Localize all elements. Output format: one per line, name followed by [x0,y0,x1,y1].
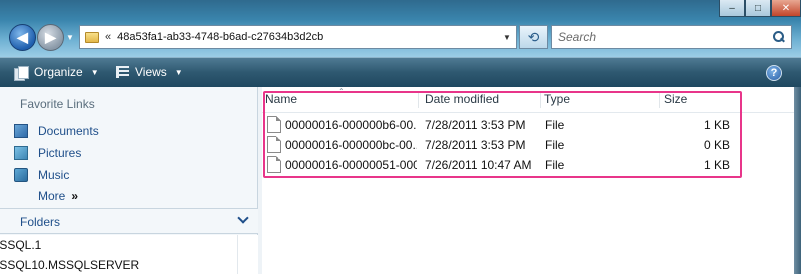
folders-header[interactable]: Folders [0,208,258,234]
organize-button[interactable]: Organize ▼ [14,65,99,81]
views-button[interactable]: Views ▼ [116,65,183,79]
maximize-button[interactable]: □ [745,0,771,17]
tree-item[interactable]: ISSQL.1 [0,235,258,255]
file-type: File [545,118,565,132]
column-header-type[interactable]: Type [544,92,660,108]
back-button[interactable]: ◀ [9,24,36,51]
file-row[interactable]: 00000016-000000b6-00... 7/28/2011 3:53 P… [262,115,742,135]
file-type: File [545,158,565,172]
favorite-link-music[interactable]: Music [14,164,99,186]
column-header-name[interactable]: Name [265,92,419,108]
minimize-button[interactable]: – [719,0,745,17]
chevron-down-icon: ▼ [174,67,183,77]
organize-label: Organize [34,65,83,79]
file-date-modified: 7/28/2011 3:53 PM [425,118,526,132]
folder-icon [85,31,99,43]
back-arrow-icon: ◀ [17,29,28,45]
tree-item[interactable]: ISSQL10.MSSQLSERVER [0,255,258,274]
file-date-modified: 7/26/2011 10:47 AM [425,158,532,172]
recent-pages-dropdown[interactable]: ▼ [66,33,74,42]
file-size: 0 KB [703,138,730,152]
file-size: 1 KB [703,118,730,132]
help-button[interactable]: ? [766,65,782,81]
column-header-size[interactable]: Size [664,92,738,108]
search-icon[interactable] [773,31,785,43]
more-label: More [38,189,66,203]
favorite-link-pictures[interactable]: Pictures [14,142,99,164]
file-row[interactable]: 00000016-00000051-000a 7/26/2011 10:47 A… [262,155,742,175]
refresh-icon: ⟲ [527,28,540,45]
file-date-modified: 7/28/2011 3:53 PM [425,138,526,152]
file-icon [267,156,281,173]
favorite-links-list: Documents Pictures Music More » [14,120,99,206]
navigation-pane: Favorite Links Documents Pictures Music … [0,87,258,274]
documents-icon [14,124,28,138]
file-size: 1 KB [703,158,730,172]
search-input[interactable]: Search [558,30,596,44]
file-type: File [545,138,565,152]
music-icon [14,168,28,182]
window-frame-edge [794,87,801,274]
forward-button[interactable]: ▶ [37,24,64,51]
pictures-icon [14,146,28,160]
file-name: 00000016-000000bc-00... [285,138,417,152]
organize-icon [14,65,29,81]
favorite-links-title: Favorite Links [20,97,95,111]
file-name: 00000016-00000051-000a [285,158,417,172]
chevron-down-icon[interactable] [238,214,248,224]
favorite-link-documents[interactable]: Documents [14,120,99,142]
file-list: ⌃ Name Date modified Type Size 00000016-… [262,87,794,274]
file-icon [267,116,281,133]
chevron-down-icon: ▼ [90,67,99,77]
views-label: Views [135,65,167,79]
double-chevron-right-icon: » [71,189,79,203]
views-icon [116,66,129,78]
address-dropdown-button[interactable]: ▼ [498,26,516,48]
favorite-link-label: Music [38,168,70,182]
window-controls: – □ ✕ [719,0,801,17]
refresh-button[interactable]: ⟲ [519,25,548,49]
search-box[interactable]: Search [551,25,792,49]
forward-arrow-icon: ▶ [45,29,56,45]
file-name: 00000016-000000b6-00... [285,118,417,132]
favorite-link-label: Pictures [38,146,82,160]
breadcrumb-current-folder[interactable]: 48a53fa1-ab33-4748-b6ad-c27634b3d2cb [117,31,323,43]
file-icon [267,136,281,153]
favorite-link-label: Documents [38,124,99,138]
window-toolbar: – □ ✕ ◀ ▶ ▼ « 48a53fa1-ab33-4748-b6ad-c2… [0,0,801,57]
breadcrumb-overflow-chevron[interactable]: « [105,31,111,43]
command-bar: Organize ▼ Views ▼ ? [0,57,801,87]
file-row[interactable]: 00000016-000000bc-00... 7/28/2011 3:53 P… [262,135,742,155]
address-bar[interactable]: « 48a53fa1-ab33-4748-b6ad-c27634b3d2cb ▼ [79,25,517,49]
close-button[interactable]: ✕ [771,0,801,17]
tree-divider [237,235,238,274]
folder-tree: ISSQL.1 ISSQL10.MSSQLSERVER [0,235,258,274]
column-headers: ⌃ Name Date modified Type Size [262,87,794,113]
column-header-date-modified[interactable]: Date modified [425,92,541,108]
more-links-button[interactable]: More » [14,186,99,206]
folders-label: Folders [20,215,61,229]
